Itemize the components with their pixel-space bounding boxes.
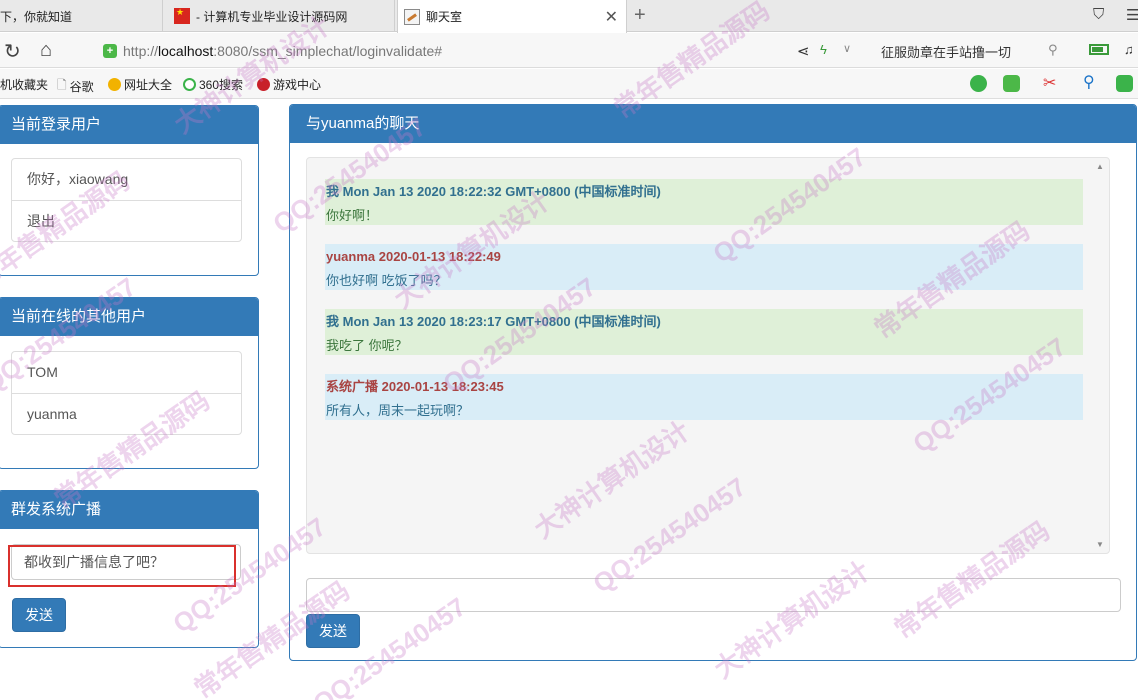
audio-icon[interactable]: ♫ [1124, 42, 1134, 57]
chat-title: 与yuanma的聊天 [290, 105, 1136, 143]
tab-title: - 计算机专业毕业设计源码网 [196, 9, 348, 24]
gamepad-icon[interactable] [1116, 75, 1133, 92]
bookmark-label: 游戏中心 [273, 78, 322, 92]
bookmark-label: 机收藏夹 [0, 78, 49, 92]
wechat-icon[interactable] [970, 75, 987, 92]
game-icon [257, 78, 270, 91]
broadcast-panel: 群发系统广播 都收到广播信息了吧？ 发送 [0, 490, 259, 648]
message-body: 所有人，周末一起玩啊？ [326, 403, 470, 418]
broadcast-send-button[interactable]: 发送 [12, 598, 66, 632]
greeting-item: 你好，xiaowang [27, 171, 129, 187]
browser-tab[interactable]: - 计算机专业毕业设计源码网 [168, 0, 395, 32]
user-list: 你好，xiaowang 退出 [11, 158, 242, 242]
battery-icon [1089, 44, 1109, 55]
url-field[interactable]: + http://localhost:8080/ssm_simplechat/l… [100, 37, 860, 64]
new-tab-icon[interactable]: + [634, 4, 646, 27]
chat-panel: 与yuanma的聊天 我 Mon Jan 13 2020 18:22:32 GM… [289, 104, 1137, 661]
bookmark-label: 谷歌 [69, 80, 94, 94]
message-header: 系统广播 2020-01-13 18:23:45 [326, 379, 504, 394]
logout-link[interactable]: 退出 [12, 200, 241, 241]
refresh-icon[interactable]: ↻ [4, 39, 21, 64]
chat-send-button[interactable]: 发送 [306, 614, 360, 648]
message-item: yuanma 2020-01-13 18:22:49 你也好啊 吃饭了吗？ [325, 244, 1083, 290]
share-icon[interactable]: ⋖ [797, 42, 810, 60]
panel-title: 群发系统广播 [0, 491, 258, 529]
bookmarks-bar: 机收藏夹 🗋 谷歌 网址大全 360搜索 游戏中心 ✂ ⚲ [0, 69, 1138, 99]
tab-title: 聊天室 [426, 10, 463, 24]
message-area[interactable]: 我 Mon Jan 13 2020 18:22:32 GMT+0800 (中国标… [306, 157, 1110, 554]
chat-favicon-icon [404, 8, 420, 25]
chevron-down-icon[interactable]: ∨ [843, 42, 851, 55]
bookmark-item[interactable]: 360搜索 [183, 76, 243, 93]
tab-title: 下，你就知道 [0, 9, 73, 24]
url-prefix: http:// [123, 42, 159, 59]
magnifier-icon[interactable]: ⚲ [1083, 72, 1100, 91]
page-icon: 🗋 [57, 78, 67, 92]
lightning-icon[interactable]: ϟ [820, 42, 827, 57]
broadcast-input[interactable]: 都收到广播信息了吧？ [11, 544, 241, 580]
browser-tab-bar: 下，你就知道 - 计算机专业毕业设计源码网 聊天室 ✕ + ⛉ ☰ [0, 0, 1138, 33]
bookmark-item[interactable]: 游戏中心 [257, 76, 321, 93]
message-item: 我 Mon Jan 13 2020 18:23:17 GMT+0800 (中国标… [325, 309, 1083, 355]
message-body: 我吃了 你呢？ [326, 338, 408, 353]
panel-title: 当前登录用户 [0, 106, 258, 144]
globe-icon [108, 78, 121, 91]
message-item: 我 Mon Jan 13 2020 18:22:32 GMT+0800 (中国标… [325, 179, 1083, 225]
panel-title: 当前在线的其他用户 [0, 298, 258, 336]
url-path: :8080/ssm_simplechat/loginvalidate# [213, 42, 443, 59]
online-user-item[interactable]: TOM [12, 352, 241, 393]
close-tab-icon[interactable]: ✕ [605, 7, 618, 27]
message-body: 你好啊！ [326, 208, 379, 223]
online-users-panel: 当前在线的其他用户 TOM yuanma [0, 297, 259, 469]
url-host: localhost [158, 42, 214, 59]
scroll-down-icon[interactable]: ▼ [1096, 540, 1104, 549]
translate-icon[interactable] [1003, 75, 1020, 92]
message-item: 系统广播 2020-01-13 18:23:45 所有人，周末一起玩啊？ [325, 374, 1083, 420]
search-360-icon [183, 78, 196, 91]
current-user-panel: 当前登录用户 你好，xiaowang 退出 [0, 105, 259, 276]
shirt-skin-icon[interactable]: ⛉ [1093, 6, 1104, 23]
bookmark-item[interactable]: 🗋 谷歌 [57, 76, 94, 97]
security-shield-icon: + [103, 43, 117, 58]
bookmark-item[interactable]: 网址大全 [108, 76, 172, 93]
chat-message-input[interactable] [306, 578, 1121, 612]
bookmark-label: 360搜索 [199, 78, 244, 92]
scissors-icon[interactable]: ✂ [1043, 73, 1060, 92]
browser-tab-active[interactable]: 聊天室 ✕ [397, 0, 627, 33]
news-ticker[interactable]: 征服勋章在手站撸一切 [881, 42, 1011, 61]
flag-favicon-icon [174, 7, 190, 24]
online-user-list: TOM yuanma [11, 351, 242, 435]
message-header: yuanma 2020-01-13 18:22:49 [326, 249, 501, 264]
menu-icon[interactable]: ☰ [1126, 6, 1138, 24]
message-body: 你也好啊 吃饭了吗？ [326, 273, 447, 288]
scroll-up-icon[interactable]: ▲ [1096, 162, 1104, 171]
search-icon[interactable]: ⚲ [1048, 42, 1058, 58]
message-header: 我 Mon Jan 13 2020 18:23:17 GMT+0800 (中国标… [326, 314, 661, 329]
address-bar: ↻ ⌂ + http://localhost:8080/ssm_simplech… [0, 33, 1138, 68]
bookmark-item[interactable]: 机收藏夹 [0, 76, 48, 93]
bookmark-label: 网址大全 [124, 78, 173, 92]
browser-tab[interactable]: 下，你就知道 [0, 0, 163, 32]
scrollbar[interactable]: ▲ ▼ [1095, 158, 1107, 553]
online-user-item[interactable]: yuanma [12, 393, 241, 434]
message-header: 我 Mon Jan 13 2020 18:22:32 GMT+0800 (中国标… [326, 184, 661, 199]
home-icon[interactable]: ⌂ [40, 39, 52, 62]
